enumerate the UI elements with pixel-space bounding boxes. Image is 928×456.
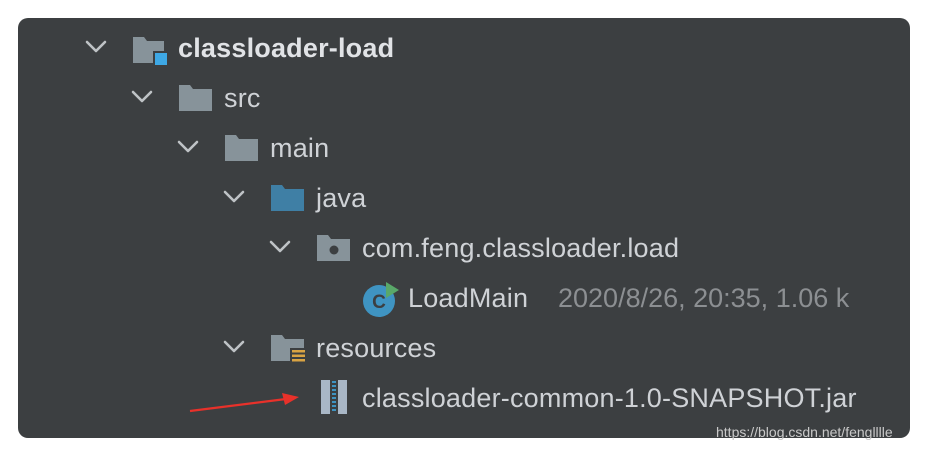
tree-item-label: classloader-common-1.0-SNAPSHOT.jar (362, 383, 857, 413)
tree-row-jar[interactable]: classloader-common-1.0-SNAPSHOT.jar (18, 373, 910, 423)
package-icon (316, 233, 350, 263)
tree-row-java[interactable]: java (18, 173, 910, 223)
tree-row-loadmain[interactable]: C LoadMain 2020/8/26, 20:35, 1.06 k (18, 273, 910, 323)
svg-text:C: C (372, 292, 386, 313)
chevron-down-icon[interactable] (222, 337, 246, 357)
tree-item-label: src (224, 83, 261, 113)
chevron-right-icon[interactable] (176, 433, 188, 438)
watermark-text: https://blog.csdn.net/fenglllle (716, 424, 893, 440)
tree-item-label: classloader-load (178, 33, 395, 63)
module-folder-icon (132, 33, 167, 65)
resources-folder-icon (270, 333, 306, 365)
folder-icon (224, 433, 254, 438)
tree-item-label: resources (316, 333, 437, 363)
java-class-run-icon: C (362, 281, 399, 317)
folder-icon (224, 133, 258, 163)
chevron-down-icon[interactable] (268, 237, 292, 257)
jar-label-clip: classloader-common-1.0-SNAPSHOT.jar (362, 373, 884, 423)
tree-row-main[interactable]: main (18, 123, 910, 173)
chevron-down-icon[interactable] (84, 37, 108, 57)
file-metadata: 2020/8/26, 20:35, 1.06 k (558, 283, 850, 313)
tree-row-src[interactable]: src (18, 73, 910, 123)
chevron-down-icon[interactable] (176, 137, 200, 157)
folder-icon (178, 83, 212, 113)
project-tree-panel: classloader-load src main java com.feng.… (18, 18, 910, 438)
jar-archive-icon (318, 379, 352, 414)
tree-row-resources[interactable]: resources (18, 323, 910, 373)
tree-row-classloader-load[interactable]: classloader-load (18, 23, 910, 73)
tree-item-label: com.feng.classloader.load (362, 233, 680, 263)
annotation-arrow (189, 393, 299, 413)
tree-item-label: java (316, 183, 367, 213)
tree-item-label: LoadMain (408, 283, 529, 313)
chevron-down-icon[interactable] (222, 187, 246, 207)
tree-row-package[interactable]: com.feng.classloader.load (18, 223, 910, 273)
chevron-down-icon[interactable] (130, 87, 154, 107)
tree-item-label: main (270, 133, 330, 163)
source-root-folder-icon (270, 183, 304, 213)
